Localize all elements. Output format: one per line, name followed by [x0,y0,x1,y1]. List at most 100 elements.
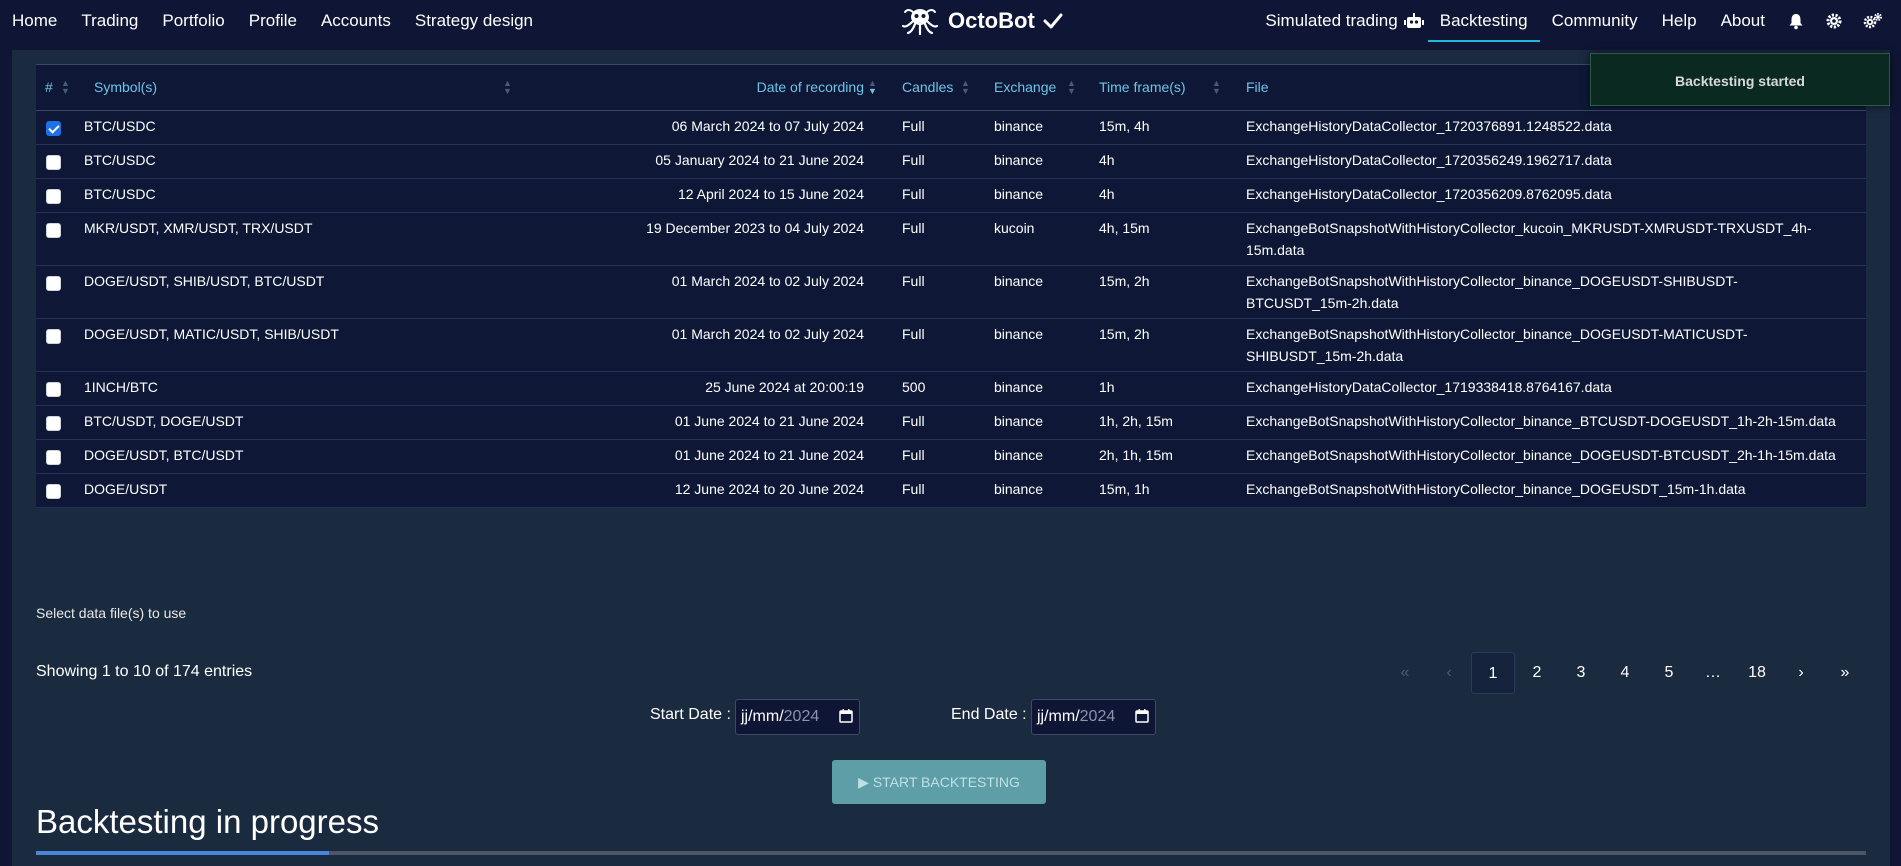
bell-icon[interactable] [1787,12,1805,30]
play-icon: ▶ [858,774,869,790]
nav-portfolio[interactable]: Portfolio [150,0,236,42]
nav-about[interactable]: About [1709,0,1777,42]
section-title: Backtesting in progress [36,803,380,840]
nav-strategy-design[interactable]: Strategy design [403,0,545,42]
brand[interactable]: OctoBot [900,0,1063,42]
page-3[interactable]: 3 [1559,652,1603,694]
row-checkbox[interactable] [46,416,61,431]
nav-backtesting[interactable]: Backtesting [1427,0,1540,42]
cell-exchange: binance [994,118,1044,134]
cell-symbols: DOGE/USDT [84,481,168,497]
nav-profile[interactable]: Profile [237,0,309,42]
nav-home[interactable]: Home [0,0,69,42]
header-num[interactable]: # [45,79,53,95]
cell-candles: Full [902,447,925,463]
select-hint: Select data file(s) to use [36,605,187,621]
page-first[interactable]: « [1383,652,1427,694]
cell-candles: Full [902,273,925,289]
cell-file: ExchangeHistoryDataCollector_1719338418.… [1246,376,1612,398]
sort-icon[interactable]: ▲ ▼ [961,79,970,96]
page-last[interactable]: » [1823,652,1867,694]
header-timeframes[interactable]: Time frame(s) [1099,79,1186,95]
cell-candles: 500 [902,379,926,395]
sort-icon[interactable]: ▲ ▼ [61,79,70,96]
header-exchange[interactable]: Exchange [994,79,1056,95]
sort-desc-icon[interactable]: ▲ ▼ [868,79,877,96]
page-5[interactable]: 5 [1647,652,1691,694]
page-next[interactable]: › [1779,652,1823,694]
cell-date: 01 March 2024 to 02 July 2024 [671,273,864,289]
row-checkbox[interactable] [46,276,61,291]
page-4[interactable]: 4 [1603,652,1647,694]
row-checkbox[interactable] [46,329,61,344]
cell-file: ExchangeBotSnapshotWithHistoryCollector_… [1246,444,1836,466]
page-1[interactable]: 1 [1471,652,1515,694]
row-checkbox[interactable] [46,223,61,238]
header-file[interactable]: File [1246,79,1269,95]
table-row[interactable]: BTC/USDC 12 April 2024 to 15 June 2024 Ful… [36,179,1866,213]
table-row[interactable]: DOGE/USDT, SHIB/USDT, BTC/USDT 01 March 2… [36,266,1866,319]
nav-help[interactable]: Help [1650,0,1709,42]
start-backtesting-label: START BACKTESTING [872,774,1020,790]
page-18[interactable]: 18 [1735,652,1779,694]
start-date-input[interactable]: jj/mm/2024 [735,699,860,735]
nav-simulated-label: Simulated trading [1265,11,1398,30]
file-name-line: ExchangeBotSnapshotWithHistoryCollector_… [1246,447,1836,463]
cell-candles: Full [902,118,925,134]
cell-file: ExchangeHistoryDataCollector_1720376891.… [1246,115,1612,137]
nav-trading[interactable]: Trading [69,0,150,42]
sort-icon[interactable]: ▲ ▼ [1212,79,1221,96]
row-checkbox[interactable] [46,155,61,170]
row-checkbox[interactable] [46,121,61,136]
page-prev[interactable]: ‹ [1427,652,1471,694]
table-row[interactable]: DOGE/USDT 12 June 2024 to 20 June 2024 Ful… [36,474,1866,508]
cell-exchange: binance [994,447,1044,463]
file-name-line: ExchangeHistoryDataCollector_1720356209.… [1246,186,1612,202]
cell-symbols: DOGE/USDT, MATIC/USDT, SHIB/USDT [84,326,339,342]
cell-timeframes: 1h [1099,379,1115,395]
table-body: BTC/USDC 06 March 2024 to 07 July 2024 Ful… [36,111,1866,508]
table-row[interactable]: DOGE/USDT, MATIC/USDT, SHIB/USDT 01 March… [36,319,1866,372]
table-row[interactable]: BTC/USDT, DOGE/USDT 01 June 2024 to 21 Ju… [36,406,1866,440]
table-row[interactable]: 1INCH/BTC 25 June 2024 at 20:00:19 500 bina… [36,372,1866,406]
cell-exchange: binance [994,186,1044,202]
calendar-icon[interactable] [1135,709,1149,723]
cell-timeframes: 15m, 4h [1099,118,1150,134]
header-date[interactable]: Date of recording [757,79,864,95]
cell-exchange: kucoin [994,220,1035,236]
table-row[interactable]: BTC/USDC 06 March 2024 to 07 July 2024 Ful… [36,111,1866,145]
row-checkbox[interactable] [46,484,61,499]
sort-icon[interactable]: ▲ ▼ [503,79,512,96]
toast-notification[interactable]: Backtesting started [1590,53,1890,106]
header-candles[interactable]: Candles [902,79,953,95]
end-date-input[interactable]: jj/mm/2024 [1031,699,1156,735]
row-checkbox[interactable] [46,450,61,465]
table-row[interactable]: DOGE/USDT, BTC/USDT 01 June 2024 to 21 Ju… [36,440,1866,474]
sort-icon[interactable]: ▲ ▼ [1067,79,1076,96]
cell-symbols: MKR/USDT, XMR/USDT, TRX/USDT [84,220,313,236]
cell-file: ExchangeBotSnapshotWithHistoryCollector_… [1246,217,1812,261]
cell-symbols: 1INCH/BTC [84,379,158,395]
calendar-icon[interactable] [839,709,853,723]
header-symbols[interactable]: Symbol(s) [94,79,157,95]
check-icon [1043,13,1063,29]
cell-file: ExchangeBotSnapshotWithHistoryCollector_… [1246,478,1746,500]
file-name-line: ExchangeBotSnapshotWithHistoryCollector_… [1246,326,1748,342]
cell-symbols: DOGE/USDT, BTC/USDT [84,447,244,463]
start-backtesting-button[interactable]: ▶ START BACKTESTING [832,760,1046,804]
file-name-line: 15m.data [1246,242,1305,258]
gears-icon[interactable] [1863,12,1883,30]
nav-right-links: Backtesting Community Help About [1427,0,1777,42]
row-checkbox[interactable] [46,382,61,397]
row-checkbox[interactable] [46,189,61,204]
page-2[interactable]: 2 [1515,652,1559,694]
nav-accounts[interactable]: Accounts [309,0,403,42]
cell-candles: Full [902,220,925,236]
table-row[interactable]: BTC/USDC 05 January 2024 to 21 June 2024 F… [36,145,1866,179]
gear-icon[interactable] [1825,12,1843,30]
cell-date: 06 March 2024 to 07 July 2024 [671,118,864,134]
table-row[interactable]: MKR/USDT, XMR/USDT, TRX/USDT 19 December … [36,213,1866,266]
nav-community[interactable]: Community [1540,0,1650,42]
cell-exchange: binance [994,379,1044,395]
nav-simulated-trading[interactable]: Simulated trading [1253,0,1427,42]
